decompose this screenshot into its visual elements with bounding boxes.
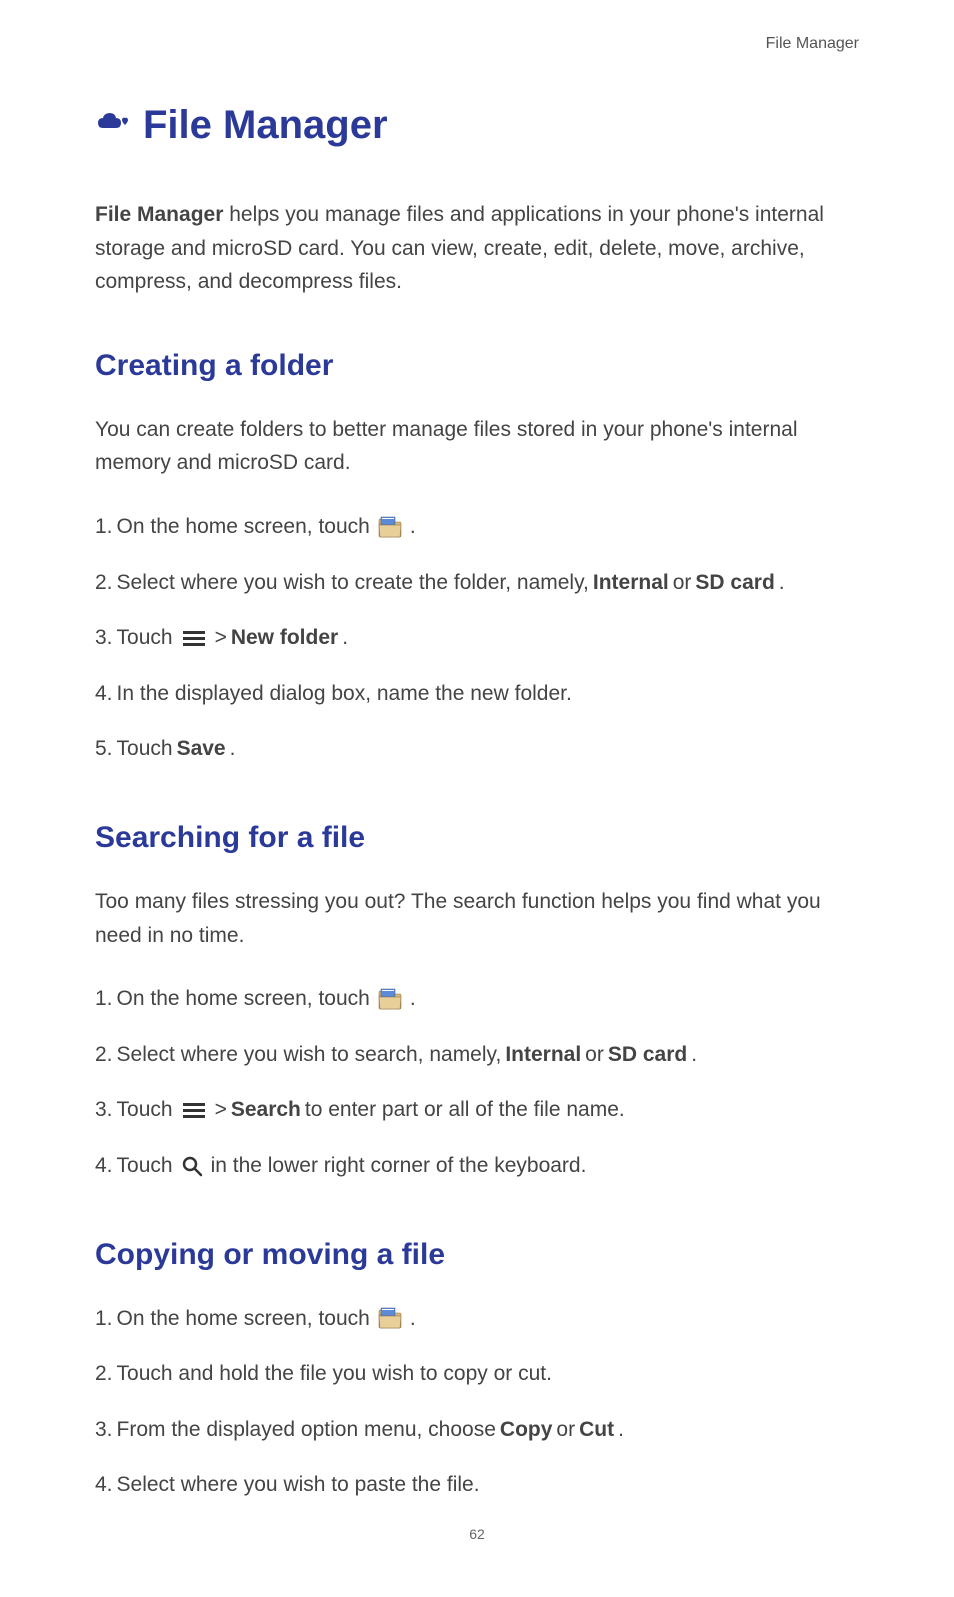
step-number: 1. [95, 982, 113, 1016]
section-heading: Copying or moving a file [95, 1238, 859, 1272]
step-text: Touch [117, 1093, 173, 1127]
step: 1. On the home screen, touch . [95, 1302, 859, 1336]
step-text: or [673, 566, 692, 600]
step-text: Touch [117, 732, 173, 766]
step-line: 1. On the home screen, touch . [95, 1302, 859, 1336]
step-text: or [585, 1038, 604, 1072]
header-label: File Manager [95, 35, 859, 53]
section-intro: Too many files stressing you out? The se… [95, 885, 859, 952]
step-line: 3. Touch > Search to enter part or all o… [95, 1093, 859, 1127]
step-line: 5. Touch Save. [95, 732, 859, 766]
step-bold: Search [231, 1093, 301, 1127]
step-text: Select where you wish to search, namely, [117, 1038, 502, 1072]
step-text: On the home screen, touch [117, 1302, 370, 1336]
step-text: Select where you wish to create the fold… [117, 566, 589, 600]
section: Searching for a file Too many files stres… [95, 821, 859, 1183]
step-line: 2. Select where you wish to search, name… [95, 1038, 859, 1072]
document-page: File Manager File Manager File Manager h… [0, 0, 954, 1597]
step-number: 3. [95, 1413, 113, 1447]
step-bold: Internal [593, 566, 669, 600]
step-line: 3. From the displayed option menu, choos… [95, 1413, 859, 1447]
step-number: 3. [95, 1093, 113, 1127]
step-line: 2. Select where you wish to create the f… [95, 566, 859, 600]
step: 1. On the home screen, touch . [95, 510, 859, 544]
search-icon [181, 1155, 203, 1177]
step-text: . [618, 1413, 624, 1447]
intro-paragraph: File Manager helps you manage files and … [95, 198, 859, 299]
step-bold: Copy [500, 1413, 553, 1447]
step-bold: SD card [608, 1038, 687, 1072]
step-bold: New folder [231, 621, 338, 655]
step-line: 2. Touch and hold the file you wish to c… [95, 1357, 859, 1391]
page-number: 62 [0, 1526, 954, 1542]
step: 3. Touch > Search to enter part or all o… [95, 1093, 859, 1127]
step-text: . [691, 1038, 697, 1072]
step-text: Touch [117, 1149, 173, 1183]
step: 4. Touch in the lower right corner of th… [95, 1149, 859, 1183]
step: 2. Touch and hold the file you wish to c… [95, 1357, 859, 1391]
step-text: From the displayed option menu, choose [117, 1413, 496, 1447]
step-text: . [342, 621, 348, 655]
step-text: > [215, 1093, 227, 1127]
step-text: to enter part or all of the file name. [305, 1093, 625, 1127]
step-line: 4. In the displayed dialog box, name the… [95, 677, 859, 711]
folder-icon [378, 1307, 402, 1329]
page-title: File Manager [143, 103, 388, 148]
step: 5. Touch Save. [95, 732, 859, 766]
step-number: 5. [95, 732, 113, 766]
step-text: . [410, 1302, 416, 1336]
step-number: 4. [95, 677, 113, 711]
step-line: 1. On the home screen, touch . [95, 982, 859, 1016]
step-number: 2. [95, 1038, 113, 1072]
step-text: In the displayed dialog box, name the ne… [117, 677, 572, 711]
step-text: . [410, 510, 416, 544]
step: 4. In the displayed dialog box, name the… [95, 677, 859, 711]
step-number: 2. [95, 566, 113, 600]
step-text: Touch [117, 621, 173, 655]
folder-icon [378, 516, 402, 538]
step-number: 2. [95, 1357, 113, 1391]
menu-icon [181, 1100, 207, 1120]
step-text: On the home screen, touch [117, 982, 370, 1016]
step-number: 3. [95, 621, 113, 655]
step-number: 4. [95, 1468, 113, 1502]
sections-container: Creating a folder You can create folders … [95, 349, 859, 1502]
title-row: File Manager [95, 103, 859, 148]
step-line: 4. Touch in the lower right corner of th… [95, 1149, 859, 1183]
menu-icon [181, 628, 207, 648]
step-text: in the lower right corner of the keyboar… [211, 1149, 587, 1183]
step-text: Select where you wish to paste the file. [117, 1468, 480, 1502]
step-bold: Internal [505, 1038, 581, 1072]
step-bold: SD card [695, 566, 774, 600]
step: 1. On the home screen, touch . [95, 982, 859, 1016]
step-line: 3. Touch > New folder. [95, 621, 859, 655]
step: 3. From the displayed option menu, choos… [95, 1413, 859, 1447]
section-heading: Searching for a file [95, 821, 859, 855]
folder-icon [378, 988, 402, 1010]
step-text: . [230, 732, 236, 766]
step-text: Touch and hold the file you wish to copy… [117, 1357, 552, 1391]
step: 4. Select where you wish to paste the fi… [95, 1468, 859, 1502]
step-number: 4. [95, 1149, 113, 1183]
step-text: > [215, 621, 227, 655]
step: 2. Select where you wish to create the f… [95, 566, 859, 600]
step-number: 1. [95, 510, 113, 544]
step-text: or [556, 1413, 575, 1447]
section-intro: You can create folders to better manage … [95, 413, 859, 480]
section: Copying or moving a file 1. On the home s… [95, 1238, 859, 1502]
intro-bold: File Manager [95, 203, 223, 226]
step-line: 4. Select where you wish to paste the fi… [95, 1468, 859, 1502]
step-bold: Cut [579, 1413, 614, 1447]
step-number: 1. [95, 1302, 113, 1336]
step-bold: Save [177, 732, 226, 766]
step-text: . [779, 566, 785, 600]
step: 3. Touch > New folder. [95, 621, 859, 655]
step: 2. Select where you wish to search, name… [95, 1038, 859, 1072]
section: Creating a folder You can create folders … [95, 349, 859, 766]
cloud-heart-icon [95, 108, 133, 143]
section-heading: Creating a folder [95, 349, 859, 383]
step-text: On the home screen, touch [117, 510, 370, 544]
step-text: . [410, 982, 416, 1016]
step-line: 1. On the home screen, touch . [95, 510, 859, 544]
